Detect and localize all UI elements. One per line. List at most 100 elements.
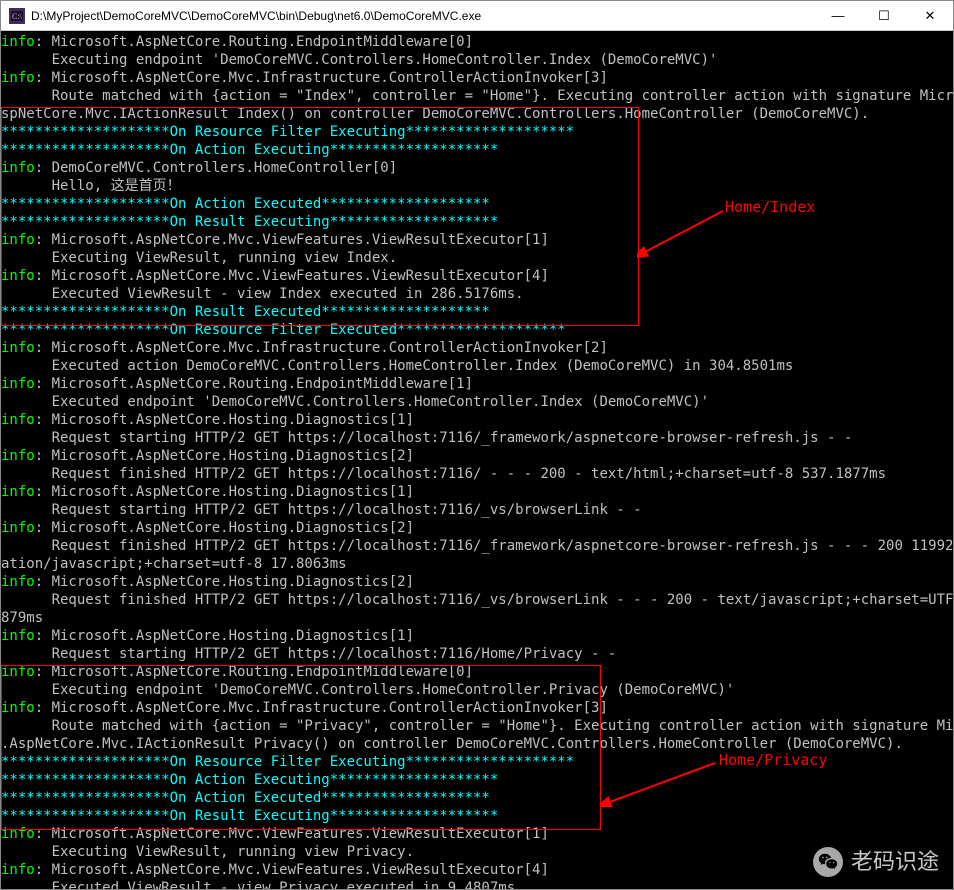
console-text: Executed ViewResult - view Privacy execu… xyxy=(1,880,524,889)
console-text: : Microsoft.AspNetCore.Mvc.ViewFeatures.… xyxy=(35,826,549,842)
console-text: : Microsoft.AspNetCore.Mvc.Infrastructur… xyxy=(35,700,608,716)
console-line: ation/javascript;+charset=utf-8 17.8063m… xyxy=(1,555,953,573)
console-line: info: Microsoft.AspNetCore.Hosting.Diagn… xyxy=(1,573,953,591)
console-text: ********************On Action Executing*… xyxy=(1,142,498,158)
minimize-button[interactable]: — xyxy=(815,1,861,30)
console-line: info: Microsoft.AspNetCore.Mvc.ViewFeatu… xyxy=(1,825,953,843)
console-line: spNetCore.Mvc.IActionResult Index() on c… xyxy=(1,105,953,123)
console-line: Executing ViewResult, running view Index… xyxy=(1,249,953,267)
window-buttons: — ☐ ✕ xyxy=(815,1,953,30)
console-line: Executed endpoint 'DemoCoreMVC.Controlle… xyxy=(1,393,953,411)
console-line: ********************On Action Executed**… xyxy=(1,789,953,807)
console-text: Executed endpoint 'DemoCoreMVC.Controlle… xyxy=(1,394,709,410)
console-line: Request finished HTTP/2 GET https://loca… xyxy=(1,537,953,555)
console-line: info: Microsoft.AspNetCore.Mvc.ViewFeatu… xyxy=(1,267,953,285)
console-line: Executed ViewResult - view Index execute… xyxy=(1,285,953,303)
console-text: info xyxy=(1,628,35,644)
console-line: ********************On Resource Filter E… xyxy=(1,321,953,339)
console-text: info xyxy=(1,232,35,248)
console-text: ********************On Result Executing*… xyxy=(1,214,498,230)
console-output[interactable]: info: Microsoft.AspNetCore.Routing.Endpo… xyxy=(1,31,953,889)
console-line: ********************On Resource Filter E… xyxy=(1,753,953,771)
console-text: : Microsoft.AspNetCore.Hosting.Diagnosti… xyxy=(35,520,414,536)
console-text: : Microsoft.AspNetCore.Hosting.Diagnosti… xyxy=(35,412,414,428)
console-text: Executing ViewResult, running view Priva… xyxy=(1,844,414,860)
console-text: Executed ViewResult - view Index execute… xyxy=(1,286,524,302)
console-text: : Microsoft.AspNetCore.Routing.EndpointM… xyxy=(35,34,473,50)
console-text: spNetCore.Mvc.IActionResult Index() on c… xyxy=(1,106,869,122)
console-line: Request finished HTTP/2 GET https://loca… xyxy=(1,591,953,609)
console-line: Executed ViewResult - view Privacy execu… xyxy=(1,879,953,889)
console-line: ********************On Resource Filter E… xyxy=(1,123,953,141)
console-text: Executed action DemoCoreMVC.Controllers.… xyxy=(1,358,793,374)
console-text: Request starting HTTP/2 GET https://loca… xyxy=(1,646,616,662)
console-line: info: Microsoft.AspNetCore.Hosting.Diagn… xyxy=(1,447,953,465)
titlebar[interactable]: C:\ D:\MyProject\DemoCoreMVC\DemoCoreMVC… xyxy=(1,1,953,31)
console-line: ********************On Action Executing*… xyxy=(1,771,953,789)
console-text: : Microsoft.AspNetCore.Routing.EndpointM… xyxy=(35,376,473,392)
console-text: info xyxy=(1,412,35,428)
console-line: info: Microsoft.AspNetCore.Routing.Endpo… xyxy=(1,33,953,51)
console-line: Executing ViewResult, running view Priva… xyxy=(1,843,953,861)
close-button[interactable]: ✕ xyxy=(907,1,953,30)
svg-text:C:\: C:\ xyxy=(12,12,23,21)
console-line: Executed action DemoCoreMVC.Controllers.… xyxy=(1,357,953,375)
console-line: Executing endpoint 'DemoCoreMVC.Controll… xyxy=(1,51,953,69)
console-text: ********************On Action Executed**… xyxy=(1,196,490,212)
console-line: Executing endpoint 'DemoCoreMVC.Controll… xyxy=(1,681,953,699)
console-line: info: Microsoft.AspNetCore.Hosting.Diagn… xyxy=(1,627,953,645)
console-text: Route matched with {action = "Index", co… xyxy=(1,88,953,104)
console-line: info: Microsoft.AspNetCore.Hosting.Diagn… xyxy=(1,411,953,429)
console-line: info: Microsoft.AspNetCore.Routing.Endpo… xyxy=(1,663,953,681)
app-icon: C:\ xyxy=(9,8,25,24)
console-text: info xyxy=(1,700,35,716)
console-line: info: Microsoft.AspNetCore.Routing.Endpo… xyxy=(1,375,953,393)
console-text: : Microsoft.AspNetCore.Mvc.Infrastructur… xyxy=(35,70,608,86)
console-text: info xyxy=(1,70,35,86)
console-text: Request finished HTTP/2 GET https://loca… xyxy=(1,466,886,482)
console-text: Executing ViewResult, running view Index… xyxy=(1,250,397,266)
console-text: ********************On Result Executed**… xyxy=(1,304,490,320)
console-text: info xyxy=(1,34,35,50)
console-line: info: Microsoft.AspNetCore.Mvc.ViewFeatu… xyxy=(1,231,953,249)
maximize-button[interactable]: ☐ xyxy=(861,1,907,30)
console-text: Route matched with {action = "Privacy", … xyxy=(1,718,953,734)
console-text: ation/javascript;+charset=utf-8 17.8063m… xyxy=(1,556,347,572)
console-line: Route matched with {action = "Privacy", … xyxy=(1,717,953,735)
console-line: Request finished HTTP/2 GET https://loca… xyxy=(1,465,953,483)
console-text: info xyxy=(1,520,35,536)
console-text: Request finished HTTP/2 GET https://loca… xyxy=(1,538,953,554)
console-line: ********************On Result Executing*… xyxy=(1,807,953,825)
console-text: ********************On Resource Filter E… xyxy=(1,124,574,140)
console-text: : Microsoft.AspNetCore.Hosting.Diagnosti… xyxy=(35,484,414,500)
console-text: info xyxy=(1,268,35,284)
console-text: Request finished HTTP/2 GET https://loca… xyxy=(1,592,953,608)
console-text: info xyxy=(1,664,35,680)
console-line: Request starting HTTP/2 GET https://loca… xyxy=(1,429,953,447)
console-line: info: Microsoft.AspNetCore.Mvc.Infrastru… xyxy=(1,69,953,87)
console-text: .AspNetCore.Mvc.IActionResult Privacy() … xyxy=(1,736,903,752)
console-line: info: DemoCoreMVC.Controllers.HomeContro… xyxy=(1,159,953,177)
console-line: ********************On Result Executing*… xyxy=(1,213,953,231)
console-text: Executing endpoint 'DemoCoreMVC.Controll… xyxy=(1,52,717,68)
console-text: ********************On Action Executed**… xyxy=(1,790,490,806)
console-line: Request starting HTTP/2 GET https://loca… xyxy=(1,501,953,519)
console-line: info: Microsoft.AspNetCore.Mvc.ViewFeatu… xyxy=(1,861,953,879)
console-text: : Microsoft.AspNetCore.Hosting.Diagnosti… xyxy=(35,448,414,464)
console-line: Request starting HTTP/2 GET https://loca… xyxy=(1,645,953,663)
console-text: info xyxy=(1,376,35,392)
console-text: info xyxy=(1,340,35,356)
console-line: info: Microsoft.AspNetCore.Mvc.Infrastru… xyxy=(1,699,953,717)
console-text: : Microsoft.AspNetCore.Hosting.Diagnosti… xyxy=(35,628,414,644)
console-window: C:\ D:\MyProject\DemoCoreMVC\DemoCoreMVC… xyxy=(0,0,954,890)
console-text: info xyxy=(1,484,35,500)
console-text: 879ms xyxy=(1,610,43,626)
console-text: : Microsoft.AspNetCore.Routing.EndpointM… xyxy=(35,664,473,680)
console-text: ********************On Resource Filter E… xyxy=(1,322,566,338)
console-line: info: Microsoft.AspNetCore.Hosting.Diagn… xyxy=(1,519,953,537)
console-text: ********************On Result Executing*… xyxy=(1,808,498,824)
console-line: info: Microsoft.AspNetCore.Hosting.Diagn… xyxy=(1,483,953,501)
console-text: ********************On Resource Filter E… xyxy=(1,754,574,770)
console-text: : Microsoft.AspNetCore.Mvc.ViewFeatures.… xyxy=(35,862,549,878)
console-text: Request starting HTTP/2 GET https://loca… xyxy=(1,502,642,518)
